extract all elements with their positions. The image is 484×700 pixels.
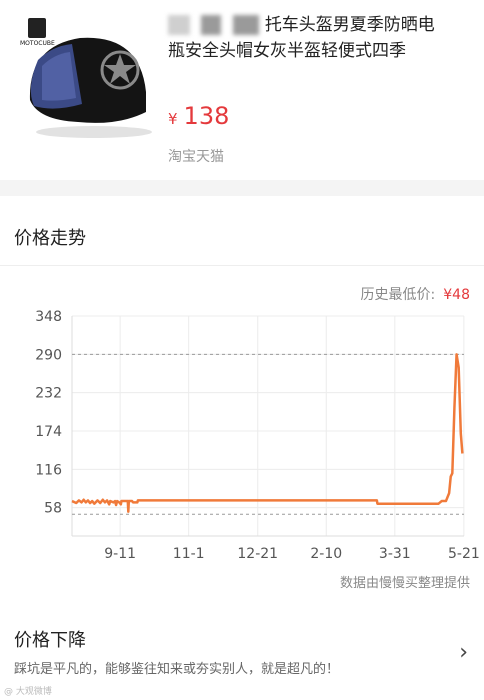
drop-title: 价格下降 [14, 630, 86, 651]
product-image[interactable]: MOTOCUBE [8, 8, 158, 148]
chevron-right-icon[interactable]: › [459, 640, 468, 665]
y-tick-label: 232 [35, 386, 62, 402]
x-tick-label: 11-1 [173, 546, 205, 562]
currency-symbol: ¥ [168, 110, 178, 128]
x-tick-label: 5-21 [448, 546, 480, 562]
shop-name: 淘宝天猫 [168, 149, 224, 165]
price-line [71, 353, 464, 513]
product-title[interactable]: 托车头盔男夏季防晒电 瓶安全头帽女灰半盔轻便式四季 [168, 12, 474, 64]
x-tick-label: 12-21 [237, 546, 278, 562]
lowest-price: 历史最低价: ¥48 [361, 284, 470, 304]
brand-name: MOTOCUBE [20, 40, 55, 47]
y-tick-label: 348 [35, 309, 62, 325]
price-chart: 348 290 232 174 116 58 9-11 11-1 12-21 2-10 3-31 5-… [35, 309, 480, 562]
drop-description: 踩坑是平凡的，能够鉴往知来或夯实别人，就是超凡的！ [14, 662, 340, 677]
y-tick-label: 116 [35, 462, 62, 478]
section-title: 价格走势 [0, 196, 484, 266]
redacted-block [232, 15, 259, 35]
watermark: @ 大观微博 [4, 687, 52, 697]
price-drop-row[interactable]: 价格下降 踩坑是平凡的，能够鉴往知来或夯实别人，就是超凡的！ › [0, 616, 484, 700]
price-trend-panel: 价格走势 历史最低价: ¥48 348 290 232 174 116 58 9-11 11-1… [0, 196, 484, 616]
x-tick-label: 9-11 [104, 546, 136, 562]
y-tick-label: 58 [44, 501, 62, 517]
brand-logo: MOTOCUBE [20, 18, 55, 47]
price-value: 138 [183, 102, 230, 130]
title-line-1: 托车头盔男夏季防晒电 [264, 15, 435, 35]
product-card[interactable]: MOTOCUBE 托车头盔男夏季防晒电 瓶安全头帽女灰半盔轻便式四季 ¥138 … [0, 0, 484, 180]
title-line-2: 瓶安全头帽女灰半盔轻便式四季 [168, 41, 406, 61]
redacted-block [201, 15, 222, 35]
lowest-price-label: 历史最低价: [360, 287, 436, 303]
y-tick-label: 174 [35, 424, 62, 440]
x-tick-label: 3-31 [379, 546, 411, 562]
data-source-note: 数据由慢慢买整理提供 [339, 576, 470, 591]
lowest-price-value: ¥48 [443, 287, 470, 303]
redacted-block [168, 15, 190, 35]
product-price: ¥138 [168, 102, 229, 130]
y-tick-label: 290 [35, 347, 62, 363]
x-tick-label: 2-10 [310, 546, 342, 562]
